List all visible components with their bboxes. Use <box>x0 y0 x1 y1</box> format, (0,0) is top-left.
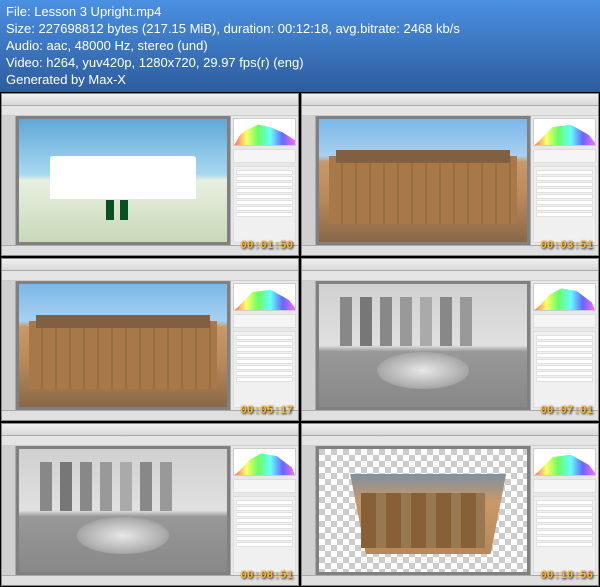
canvas-area <box>316 116 530 245</box>
thumbnail-5[interactable]: 00:08:51 <box>1 423 299 586</box>
adjustment-controls <box>233 331 296 408</box>
file-line: File: Lesson 3 Upright.mp4 <box>6 4 594 21</box>
thumbnail-3[interactable]: 00:05:17 <box>1 258 299 421</box>
tool-palette <box>302 281 316 410</box>
histogram-panel <box>233 448 296 476</box>
timestamp-overlay: 00:03:51 <box>540 240 593 252</box>
right-panels <box>230 446 298 575</box>
tool-palette <box>2 116 16 245</box>
panel-section <box>233 149 296 163</box>
panel-section <box>533 479 596 493</box>
tool-palette <box>2 446 16 575</box>
app-window <box>2 94 298 255</box>
canvas-area <box>316 281 530 410</box>
toolbar <box>302 436 598 446</box>
canvas-image <box>19 284 227 407</box>
toolbar <box>302 271 598 281</box>
app-window <box>2 259 298 420</box>
adjustment-controls <box>533 496 596 573</box>
right-panels <box>530 116 598 245</box>
adjustment-controls <box>233 496 296 573</box>
adjustment-controls <box>533 166 596 243</box>
right-panels <box>230 281 298 410</box>
adjustment-controls <box>233 166 296 243</box>
app-window <box>2 424 298 585</box>
tool-palette <box>302 446 316 575</box>
canvas-area <box>16 446 230 575</box>
thumbnail-1[interactable]: 00:01:50 <box>1 93 299 256</box>
canvas-image <box>319 284 527 407</box>
audio-line: Audio: aac, 48000 Hz, stereo (und) <box>6 38 594 55</box>
timestamp-overlay: 00:01:50 <box>240 240 293 252</box>
titlebar <box>302 424 598 436</box>
titlebar <box>302 259 598 271</box>
histogram-panel <box>533 283 596 311</box>
right-panels <box>530 446 598 575</box>
app-window <box>302 424 598 585</box>
timestamp-overlay: 00:07:01 <box>540 405 593 417</box>
canvas-area <box>16 281 230 410</box>
generated-by-line: Generated by Max-X <box>6 72 594 89</box>
thumbnail-6[interactable]: 00:10:56 <box>301 423 599 586</box>
histogram-panel <box>533 448 596 476</box>
app-window <box>302 259 598 420</box>
histogram-panel <box>233 118 296 146</box>
thumbnail-2[interactable]: 00:03:51 <box>301 93 599 256</box>
video-line: Video: h264, yuv420p, 1280x720, 29.97 fp… <box>6 55 594 72</box>
panel-section <box>233 314 296 328</box>
size-line: Size: 227698812 bytes (217.15 MiB), dura… <box>6 21 594 38</box>
right-panels <box>230 116 298 245</box>
timestamp-overlay: 00:08:51 <box>240 570 293 582</box>
toolbar <box>2 106 298 116</box>
panel-section <box>533 314 596 328</box>
file-info-banner: File: Lesson 3 Upright.mp4 Size: 2276988… <box>0 0 600 92</box>
canvas-image <box>19 119 227 242</box>
canvas-image <box>319 119 527 242</box>
titlebar <box>2 424 298 436</box>
canvas-area <box>316 446 530 575</box>
titlebar <box>302 94 598 106</box>
titlebar <box>2 259 298 271</box>
tool-palette <box>302 116 316 245</box>
timestamp-overlay: 00:05:17 <box>240 405 293 417</box>
app-window <box>302 94 598 255</box>
histogram-panel <box>533 118 596 146</box>
panel-section <box>533 149 596 163</box>
toolbar <box>2 271 298 281</box>
toolbar <box>2 436 298 446</box>
thumbnail-4[interactable]: 00:07:01 <box>301 258 599 421</box>
canvas-image <box>19 449 227 572</box>
canvas-area <box>16 116 230 245</box>
toolbar <box>302 106 598 116</box>
right-panels <box>530 281 598 410</box>
panel-section <box>233 479 296 493</box>
titlebar <box>2 94 298 106</box>
adjustment-controls <box>533 331 596 408</box>
canvas-image <box>319 449 527 572</box>
histogram-panel <box>233 283 296 311</box>
thumbnail-grid: 00:01:50 00: <box>0 92 600 587</box>
tool-palette <box>2 281 16 410</box>
timestamp-overlay: 00:10:56 <box>540 570 593 582</box>
